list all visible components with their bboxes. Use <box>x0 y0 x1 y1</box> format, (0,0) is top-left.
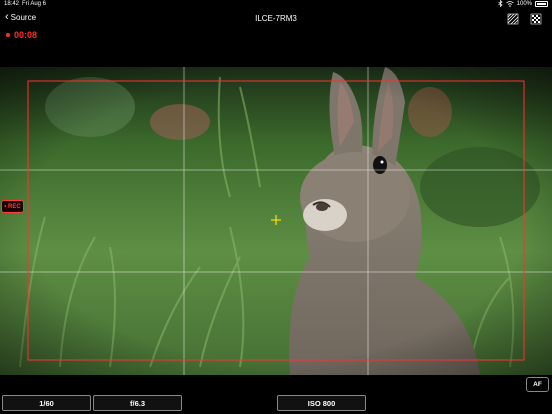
recording-indicator: 00:08 <box>6 30 37 40</box>
ios-status-bar: 18:42 Fri Aug 6 100% <box>0 0 552 10</box>
record-dot-icon <box>6 33 10 37</box>
af-button[interactable]: AF <box>526 377 549 392</box>
focus-peaking-icon[interactable] <box>530 13 542 25</box>
page-title: ILCE-7RM3 <box>255 14 297 23</box>
status-time: 18:42 <box>4 1 20 7</box>
bluetooth-icon <box>497 0 503 7</box>
battery-percentage: 100% <box>516 0 532 7</box>
wifi-icon <box>505 0 514 7</box>
zebra-stripes-icon[interactable] <box>507 13 519 25</box>
live-view[interactable] <box>0 67 552 375</box>
status-right-group: 100% <box>497 0 548 7</box>
recording-timer: 00:08 <box>14 30 38 40</box>
iso-button[interactable]: ISO 800 <box>277 395 366 411</box>
status-date: Fri Aug 6 <box>22 1 47 7</box>
record-button[interactable]: • REC <box>1 200 24 213</box>
shutter-speed-button[interactable]: 1/60 <box>2 395 91 411</box>
live-view-image <box>0 67 552 375</box>
aperture-button[interactable]: f/6.3 <box>93 395 182 411</box>
battery-icon <box>535 0 548 7</box>
navigation-bar: ‹ Source ILCE-7RM3 <box>0 10 552 28</box>
